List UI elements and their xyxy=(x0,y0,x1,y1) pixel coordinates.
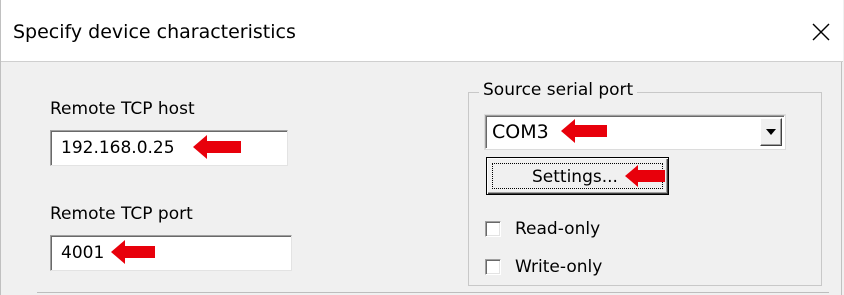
red-arrow-icon xyxy=(111,240,155,264)
settings-button-label: Settings... xyxy=(532,167,618,187)
close-icon xyxy=(812,23,830,41)
remote-port-input[interactable]: 4001 xyxy=(50,235,292,271)
read-only-checkbox[interactable] xyxy=(485,221,501,237)
serial-port-select[interactable]: COM3 xyxy=(485,115,785,149)
source-serial-port-legend: Source serial port xyxy=(479,79,638,101)
serial-port-value: COM3 xyxy=(492,121,549,143)
red-arrow-icon xyxy=(193,135,241,159)
write-only-checkbox[interactable] xyxy=(485,259,501,275)
red-arrow-icon xyxy=(625,165,665,187)
remote-port-label: Remote TCP port xyxy=(50,204,193,224)
red-arrow-icon xyxy=(561,119,607,143)
bottom-divider xyxy=(37,292,829,293)
window-title: Specify device characteristics xyxy=(13,21,296,43)
remote-host-input[interactable]: 192.168.0.25 xyxy=(50,130,288,166)
remote-host-label: Remote TCP host xyxy=(50,99,195,119)
close-button[interactable] xyxy=(807,18,835,46)
read-only-label: Read-only xyxy=(515,219,601,239)
chevron-down-icon xyxy=(766,129,776,135)
write-only-label: Write-only xyxy=(515,257,603,277)
dialog-window: Specify device characteristics Remote TC… xyxy=(0,0,843,295)
title-bar: Specify device characteristics xyxy=(1,0,843,62)
dropdown-button[interactable] xyxy=(760,118,782,146)
